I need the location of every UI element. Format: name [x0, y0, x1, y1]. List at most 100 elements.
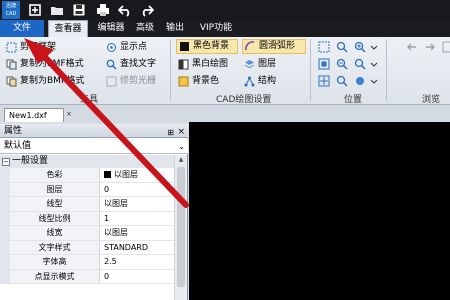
property-value[interactable]: 0 [104, 270, 109, 284]
arrow-left-icon[interactable] [406, 41, 418, 53]
property-value[interactable]: 以图层 [104, 197, 128, 211]
arrow-right-icon[interactable] [424, 41, 436, 53]
document-tab[interactable]: New1.dxf [4, 108, 64, 122]
zoom-previous-icon[interactable] [354, 58, 366, 70]
black-background-button[interactable]: 黑色背景 [176, 39, 238, 54]
tab-output[interactable]: 输出 [162, 20, 188, 37]
menu-bar: 文件 查看器 编辑器 高级 输出 VIP功能 [0, 20, 450, 37]
scrollbar-thumb[interactable] [177, 167, 185, 287]
property-list: 色彩 以图层 图层 0 线型 以图层 线型比例 1 线宽 以图层 文字样式 ST… [0, 168, 174, 284]
zoom-in-icon[interactable] [354, 41, 366, 53]
zoom-out-icon[interactable] [336, 58, 348, 70]
copy-emf-label: 复制为EMF格式 [20, 59, 84, 69]
fit-extents-icon[interactable] [318, 58, 330, 70]
row-gutter [0, 197, 10, 211]
trim-raster-icon [106, 76, 117, 87]
row-gutter [0, 240, 10, 254]
row-gutter [0, 226, 10, 240]
layers-button[interactable]: 图层 [244, 57, 294, 72]
property-key: 线型比例 [10, 211, 100, 225]
trim-raster-label: 修剪光栅 [120, 76, 157, 86]
show-points-button[interactable]: 显示点 [106, 40, 166, 55]
black-background-label: 黑色背景 [193, 41, 230, 51]
property-value[interactable]: STANDARD [104, 241, 148, 255]
chevron-down-icon[interactable] [368, 41, 380, 53]
copy-bmp-button[interactable]: 复制为BMP格式 [6, 74, 94, 89]
property-key: 字体高 [10, 255, 100, 269]
clip-frame-button[interactable]: 剪切框架 [6, 40, 66, 55]
print-icon[interactable] [96, 3, 110, 17]
general-settings-label: 一般设置 [12, 156, 49, 166]
tab-viewer[interactable]: 查看器 [48, 20, 88, 37]
zoom-realtime-icon[interactable] [336, 75, 348, 87]
tab-advanced[interactable]: 高级 [132, 20, 158, 37]
property-row[interactable]: 文字样式 STANDARD [0, 240, 174, 255]
zoom-window-icon[interactable] [318, 41, 330, 53]
property-row[interactable]: 线型 以图层 [0, 197, 174, 212]
structure-icon [244, 76, 255, 87]
property-value[interactable]: 2.5 [104, 255, 117, 269]
black-background-icon [179, 41, 190, 52]
background-color-button[interactable]: 背景色 [178, 74, 240, 89]
default-value-dropdown[interactable]: 默认值 ⌄ [0, 139, 188, 154]
copy-bmp-label: 复制为BMP格式 [20, 76, 85, 86]
properties-scrollbar[interactable]: ▲ [174, 155, 187, 300]
property-value[interactable]: 0 [104, 183, 109, 197]
find-text-button[interactable]: 查找文字 [106, 57, 166, 72]
row-gutter [0, 255, 10, 269]
open-icon[interactable] [50, 3, 64, 17]
drawing-canvas[interactable] [189, 122, 450, 300]
property-value[interactable]: 1 [104, 212, 109, 226]
app-logo-bottom-text: CAD [5, 11, 17, 17]
new-icon[interactable] [28, 3, 42, 17]
zoom-icon[interactable] [336, 41, 348, 53]
collapse-icon[interactable]: − [2, 158, 10, 166]
row-gutter [0, 182, 10, 196]
view-options-icon[interactable] [354, 75, 366, 87]
property-value-text: 以图层 [114, 170, 138, 179]
cad-settings-group-label: CAD绘图设置 [216, 95, 272, 105]
find-text-label: 查找文字 [120, 59, 157, 69]
save-icon[interactable] [72, 3, 86, 17]
ribbon-panel: 剪切框架 复制为EMF格式 复制为BMP格式 显示点 查找文字 修剪光栅 工具 … [0, 37, 450, 105]
copy-emf-button[interactable]: 复制为EMF格式 [6, 57, 94, 72]
color-swatch [104, 171, 111, 178]
scroll-up-icon[interactable]: ▲ [175, 155, 187, 165]
property-row[interactable]: 图层 0 [0, 182, 174, 197]
row-gutter [0, 269, 10, 283]
property-row[interactable]: 线宽 以图层 [0, 226, 174, 241]
pin-icon[interactable]: ⊞ [167, 126, 174, 140]
position-group-label: 位置 [344, 95, 363, 105]
close-icon[interactable]: × [177, 125, 185, 139]
tab-vip[interactable]: VIP功能 [194, 20, 238, 37]
trim-raster-button[interactable]: 修剪光栅 [106, 74, 166, 89]
structure-label: 结构 [258, 76, 277, 86]
undo-icon[interactable] [118, 3, 132, 17]
structure-button[interactable]: 结构 [244, 74, 294, 89]
property-key: 文字样式 [10, 240, 100, 254]
browse-icon[interactable] [442, 41, 450, 53]
tab-file[interactable]: 文件 [0, 20, 44, 37]
bw-drawing-button[interactable]: 黑白绘图 [178, 57, 240, 72]
tab-editor[interactable]: 编辑器 [92, 20, 130, 37]
property-row[interactable]: 点显示模式 0 [0, 269, 174, 284]
row-gutter [0, 211, 10, 225]
redo-icon[interactable] [140, 3, 154, 17]
general-settings-group[interactable]: − 一般设置 [0, 155, 174, 168]
property-key: 点显示模式 [10, 269, 100, 283]
smooth-arc-button[interactable]: 圆滑弧形 [242, 39, 306, 54]
property-value[interactable]: 以图层 [104, 168, 138, 182]
app-logo[interactable]: 迅捷 CAD [2, 1, 20, 19]
chevron-down-icon[interactable] [368, 75, 380, 87]
property-value[interactable]: 以图层 [104, 226, 128, 240]
show-points-icon [106, 42, 117, 53]
property-row[interactable]: 字体高 2.5 [0, 255, 174, 270]
app-logo-top-text: 迅捷 [5, 3, 16, 9]
property-row[interactable]: 线型比例 1 [0, 211, 174, 226]
ribbon-separator [310, 39, 311, 101]
properties-panel: 属性 ⊞ × 默认值 ⌄ − 一般设置 色彩 以图层 图层 0 线型 以图层 线型… [0, 124, 188, 300]
property-row[interactable]: 色彩 以图层 [0, 168, 174, 183]
pan-icon[interactable] [318, 75, 330, 87]
close-icon[interactable]: × [65, 110, 73, 118]
chevron-down-icon[interactable] [368, 58, 380, 70]
